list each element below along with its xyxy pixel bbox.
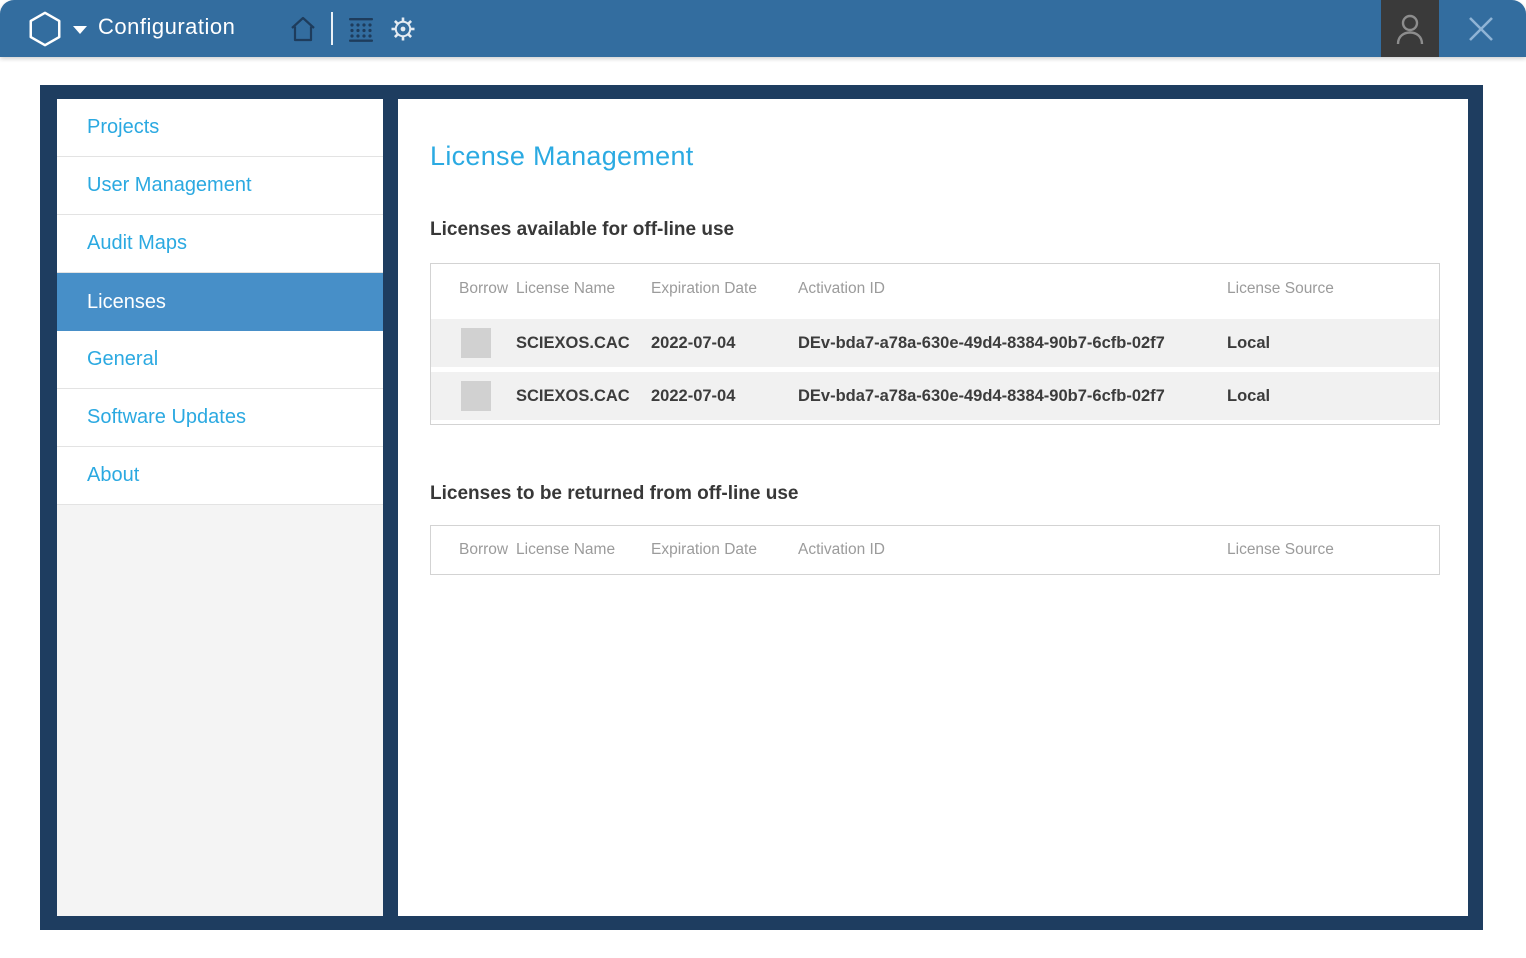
home-icon[interactable] — [288, 14, 318, 44]
sidebar-item-label: Software Updates — [87, 406, 246, 429]
sidebar-item-label: General — [87, 348, 158, 371]
license-management-panel: License Management Licenses available fo… — [398, 99, 1468, 916]
title-bar: Configuration — [0, 0, 1526, 57]
available-licenses-heading: Licenses available for off-line use — [430, 219, 1468, 241]
cell-expiration-date: 2022-07-04 — [651, 334, 798, 353]
table-header-row: Borrow License Name Expiration Date Acti… — [431, 526, 1439, 574]
sidebar-item-software-updates[interactable]: Software Updates — [57, 389, 383, 447]
content-frame: Projects User Management Audit Maps Lice… — [40, 85, 1483, 930]
sidebar-item-user-management[interactable]: User Management — [57, 157, 383, 215]
page-title: License Management — [430, 141, 1468, 172]
column-header-expiration-date: Expiration Date — [651, 541, 798, 559]
sidebar-item-general[interactable]: General — [57, 331, 383, 389]
close-icon — [1465, 13, 1497, 45]
column-header-activation-id: Activation ID — [798, 280, 1227, 298]
sidebar-item-label: Projects — [87, 116, 159, 139]
titlebar-divider — [331, 12, 333, 45]
cell-license-name: SCIEXOS.CAC — [516, 387, 651, 406]
borrow-checkbox[interactable] — [461, 328, 491, 358]
module-grid-icon[interactable] — [346, 14, 376, 44]
gear-icon[interactable] — [388, 14, 418, 44]
sidebar-item-audit-maps[interactable]: Audit Maps — [57, 215, 383, 273]
column-header-license-source: License Source — [1227, 541, 1439, 559]
app-dropdown-caret-icon[interactable] — [73, 26, 87, 34]
column-header-license-name: License Name — [516, 541, 651, 559]
cell-activation-id: DEv-bda7-a78a-630e-49d4-8384-90b7-6cfb-0… — [798, 334, 1227, 353]
return-licenses-table: Borrow License Name Expiration Date Acti… — [430, 525, 1440, 575]
borrow-checkbox[interactable] — [461, 381, 491, 411]
table-row[interactable]: SCIEXOS.CAC 2022-07-04 DEv-bda7-a78a-630… — [431, 372, 1439, 420]
cell-activation-id: DEv-bda7-a78a-630e-49d4-8384-90b7-6cfb-0… — [798, 387, 1227, 406]
column-header-expiration-date: Expiration Date — [651, 280, 798, 298]
sidebar-item-licenses[interactable]: Licenses — [57, 273, 383, 331]
table-row[interactable]: SCIEXOS.CAC 2022-07-04 DEv-bda7-a78a-630… — [431, 319, 1439, 367]
cell-license-source: Local — [1227, 334, 1439, 353]
sidebar-item-label: User Management — [87, 174, 252, 197]
settings-sidebar: Projects User Management Audit Maps Lice… — [57, 99, 383, 916]
cell-expiration-date: 2022-07-04 — [651, 387, 798, 406]
available-licenses-table: Borrow License Name Expiration Date Acti… — [430, 263, 1440, 425]
return-licenses-heading: Licenses to be returned from off-line us… — [430, 483, 1468, 505]
user-icon — [1393, 11, 1427, 47]
column-header-license-source: License Source — [1227, 280, 1439, 298]
table-header-row: Borrow License Name Expiration Date Acti… — [431, 264, 1439, 314]
hexagon-logo-icon[interactable] — [26, 10, 64, 48]
cell-license-source: Local — [1227, 387, 1439, 406]
sidebar-item-about[interactable]: About — [57, 447, 383, 505]
column-header-license-name: License Name — [516, 280, 651, 298]
user-account-button[interactable] — [1381, 0, 1439, 57]
column-header-borrow: Borrow — [431, 280, 516, 298]
column-header-borrow: Borrow — [431, 541, 516, 559]
cell-license-name: SCIEXOS.CAC — [516, 334, 651, 353]
app-title: Configuration — [98, 14, 235, 40]
sidebar-item-label: Licenses — [87, 291, 166, 314]
sidebar-item-projects[interactable]: Projects — [57, 99, 383, 157]
close-button[interactable] — [1460, 11, 1502, 47]
column-header-activation-id: Activation ID — [798, 541, 1227, 559]
sidebar-item-label: About — [87, 464, 139, 487]
sidebar-item-label: Audit Maps — [87, 232, 187, 255]
